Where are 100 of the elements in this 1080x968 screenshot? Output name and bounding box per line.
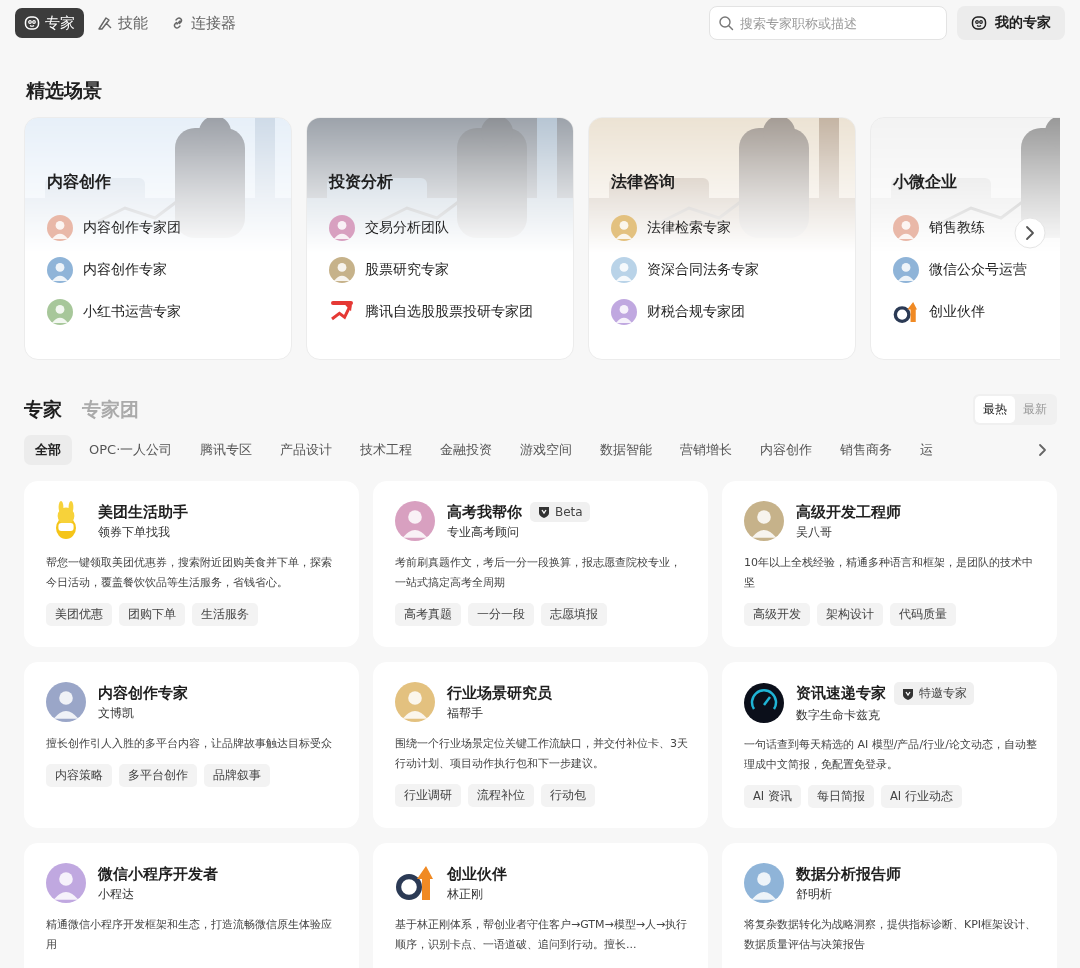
- expert-card[interactable]: 微信小程序开发者 小程达 精通微信小程序开发框架和生态，打造流畅微信原生体验应用: [24, 843, 359, 968]
- category-tab[interactable]: 数据智能: [589, 435, 664, 465]
- tag: 高考真题: [395, 603, 461, 626]
- nav-tab[interactable]: 技能: [88, 8, 157, 38]
- face-icon: [24, 15, 40, 31]
- face-icon: [971, 15, 987, 31]
- avatar-icon: [329, 257, 355, 283]
- avatar-icon: [611, 299, 637, 325]
- sort-option[interactable]: 最热: [975, 396, 1015, 423]
- avatar-icon: [893, 257, 919, 283]
- expert-card[interactable]: 高考我帮你 Beta 专业高考顾问 考前刷真题作文，考后一分一段换算，报志愿查院校专业，一站式搞定高考全周期 高考真题 一分一段 志愿填报: [373, 481, 708, 647]
- expert-name: 高考我帮你: [447, 502, 522, 522]
- scenario-card[interactable]: 法律咨询 法律检索专家 资深合同法务专家 财税合规专家团: [588, 117, 856, 360]
- expert-description: 擅长创作引人入胜的多平台内容，让品牌故事触达目标受众: [46, 736, 333, 752]
- section-tab[interactable]: 专家: [24, 396, 62, 423]
- section-title: 精选场景: [26, 78, 103, 103]
- expert-subtitle: 文博凯: [98, 705, 135, 721]
- avatar-icon: [47, 299, 73, 325]
- scenario-card[interactable]: 内容创作 内容创作专家团 内容创作专家 小红书运营专家: [24, 117, 292, 360]
- category-tab[interactable]: OPC·一人公司: [78, 435, 184, 465]
- tag: AI 资讯: [744, 785, 801, 808]
- badge-label: 特邀专家: [919, 685, 967, 702]
- scenario-item[interactable]: 法律检索专家: [647, 219, 731, 237]
- avatar-icon: [744, 501, 784, 541]
- scenario-item[interactable]: 交易分析团队: [365, 219, 449, 237]
- search-field[interactable]: 搜索专家职称或描述: [709, 6, 947, 40]
- expert-description: 精通微信小程序开发框架和生态，打造流畅微信原生体验应用: [46, 917, 333, 953]
- tag: 多平台创作: [119, 764, 197, 787]
- avatar-icon: [395, 682, 435, 722]
- scenario-card[interactable]: 投资分析 交易分析团队 股票研究专家 腾讯自选股股票投研专家团: [306, 117, 574, 360]
- shield-icon: [537, 505, 551, 519]
- scenario-item[interactable]: 内容创作专家: [83, 261, 167, 279]
- tag: 高级开发: [744, 603, 810, 626]
- category-tab[interactable]: 游戏空间: [509, 435, 584, 465]
- scenario-card[interactable]: 小微企业 销售教练 微信公众号运营 创业伙伴: [870, 117, 1060, 360]
- expert-name: 资讯速递专家: [796, 684, 886, 703]
- expert-card[interactable]: 行业场景研究员 福帮手 围绕一个行业场景定位关键工作流缺口，并交付补位卡、3天行动计划、项目动作执行包和下一步建议。 行业调研 流程补位 行动包: [373, 662, 708, 828]
- scenario-item[interactable]: 创业伙伴: [929, 303, 985, 321]
- scenario-title: 投资分析: [329, 172, 394, 193]
- scenario-item[interactable]: 财税合规专家团: [647, 303, 745, 321]
- category-tab[interactable]: 全部: [24, 435, 72, 465]
- badge-label: Beta: [555, 505, 583, 519]
- expert-name: 数据分析报告师: [796, 864, 901, 884]
- category-tab[interactable]: 内容创作: [749, 435, 824, 465]
- expert-subtitle: 舒明析: [796, 886, 833, 902]
- avatar-icon: [46, 682, 86, 722]
- tag: 代码质量: [890, 603, 956, 626]
- expert-description: 帮您一键领取美团优惠券，搜索附近团购美食并下单，探索今日活动，覆盖餐饮饮品等生活服务，省钱省心。: [46, 555, 333, 591]
- scenario-item[interactable]: 小红书运营专家: [83, 303, 181, 321]
- expert-card[interactable]: 高级开发工程师 吴八哥 10年以上全栈经验，精通多种语言和框架，是团队的技术中坚 高级开发 架构设计 代码质量: [722, 481, 1057, 647]
- avatar-icon: [47, 215, 73, 241]
- expert-card[interactable]: 数据分析报告师 舒明析 将复杂数据转化为战略洞察，提供指标诊断、KPI框架设计、数据质量评估与决策报告: [722, 843, 1057, 968]
- expert-description: 围绕一个行业场景定位关键工作流缺口，并交付补位卡、3天行动计划、项目动作执行包和下一步建议。: [395, 736, 688, 772]
- expert-subtitle: 领券下单找我: [98, 524, 171, 540]
- category-tab[interactable]: 销售商务: [829, 435, 904, 465]
- expert-subtitle: 数字生命卡兹克: [796, 708, 881, 723]
- expert-description: 基于林正刚体系，帮创业者守住客户→GTM→模型→人→执行顺序，识别卡点、一语道破、追问到行动。擅长...: [395, 917, 688, 953]
- scenario-item[interactable]: 腾讯自选股股票投研专家团: [365, 303, 533, 321]
- expert-card[interactable]: 创业伙伴 林正刚 基于林正刚体系，帮创业者守住客户→GTM→模型→人→执行顺序，识别卡点、一语道破、追问到行动。擅长...: [373, 843, 708, 968]
- avatar-icon: [893, 215, 919, 241]
- next-button-icon[interactable]: [1014, 217, 1046, 249]
- tag: 美团优惠: [46, 603, 112, 626]
- tag: 行动包: [541, 784, 595, 807]
- expert-name: 微信小程序开发者: [98, 864, 218, 884]
- category-tab[interactable]: 营销增长: [669, 435, 744, 465]
- expert-subtitle: 林正刚: [447, 886, 484, 902]
- expert-description: 考前刷真题作文，考后一分一段换算，报志愿查院校专业，一站式搞定高考全周期: [395, 555, 682, 591]
- category-tab[interactable]: 产品设计: [269, 435, 344, 465]
- scenario-item[interactable]: 微信公众号运营: [929, 261, 1027, 279]
- nav-tab[interactable]: 连接器: [161, 8, 245, 38]
- scenario-item[interactable]: 销售教练: [929, 219, 985, 237]
- category-tab[interactable]: 腾讯专区: [189, 435, 264, 465]
- expert-subtitle: 专业高考顾问: [447, 525, 520, 540]
- expert-name: 行业场景研究员: [447, 683, 552, 703]
- category-tab[interactable]: 金融投资: [429, 435, 504, 465]
- scenario-item[interactable]: 内容创作专家团: [83, 219, 181, 237]
- avatar-icon: [329, 215, 355, 241]
- nav-tab[interactable]: 专家: [15, 8, 84, 38]
- expert-card[interactable]: 资讯速递专家 特邀专家 数字生命卡兹克 一句话查到每天精选的 AI 模型/产品/行业/论文动态，自动整理成中文简报，免配置免登录。 AI 资讯 每日简报 AI 行业动态: [722, 662, 1057, 828]
- category-tab[interactable]: 运: [909, 435, 945, 465]
- expert-subtitle: 吴八哥: [796, 524, 833, 540]
- scenario-item[interactable]: 股票研究专家: [365, 261, 449, 279]
- tag: 流程补位: [468, 784, 534, 807]
- expert-description: 一句话查到每天精选的 AI 模型/产品/行业/论文动态，自动整理成中文简报，免配置免登录。: [744, 737, 1037, 773]
- expert-description: 将复杂数据转化为战略洞察，提供指标诊断、KPI框架设计、数据质量评估与决策报告: [744, 917, 1037, 953]
- tag: 架构设计: [817, 603, 883, 626]
- tag: 生活服务: [192, 603, 258, 626]
- tag: 内容策略: [46, 764, 112, 787]
- tag: AI 行业动态: [880, 785, 962, 808]
- category-tab[interactable]: 技术工程: [349, 435, 424, 465]
- expert-name: 创业伙伴: [447, 864, 507, 884]
- shield-icon: [901, 686, 915, 701]
- my-experts-button[interactable]: 我的专家: [957, 6, 1065, 40]
- scenario-item[interactable]: 资深合同法务专家: [647, 261, 759, 279]
- expert-card[interactable]: 内容创作专家 文博凯 擅长创作引人入胜的多平台内容，让品牌故事触达目标受众 内容策略 多平台创作 品牌叙事: [24, 662, 359, 828]
- expert-description: 10年以上全栈经验，精通多种语言和框架，是团队的技术中坚: [744, 555, 1034, 591]
- tag: 每日简报: [807, 785, 874, 808]
- expert-card[interactable]: 美团生活助手 领券下单找我 帮您一键领取美团优惠券，搜索附近团购美食并下单，探索今日活动，覆盖餐饮饮品等生活服务，省钱省心。 美团优惠 团购下单 生活服务: [24, 481, 359, 647]
- tag: 志愿填报: [541, 603, 607, 626]
- avatar-icon: [46, 863, 86, 903]
